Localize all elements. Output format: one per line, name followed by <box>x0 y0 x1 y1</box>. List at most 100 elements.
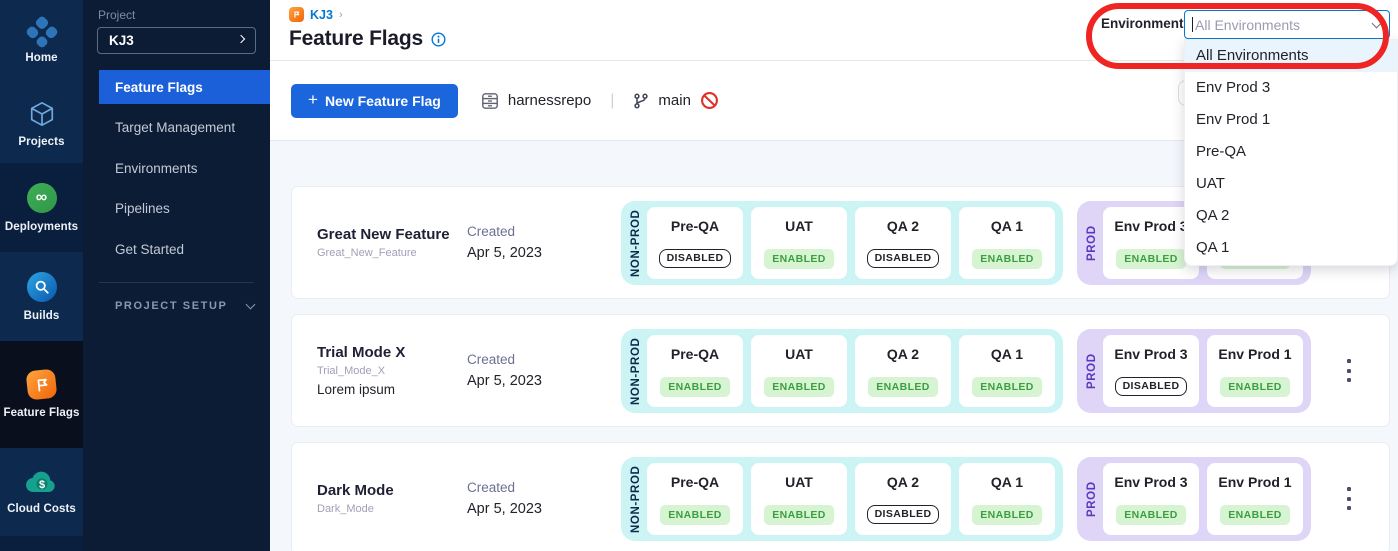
environment-name: Env Prod 3 <box>1114 218 1187 239</box>
flag-created: Created Apr 5, 2023 <box>467 224 617 261</box>
environment-card[interactable]: Pre-QA DISABLED <box>647 207 743 279</box>
environment-name: Env Prod 1 <box>1218 346 1291 367</box>
repo-name[interactable]: harnessrepo <box>508 92 591 109</box>
flag-state-badge: DISABLED <box>1115 377 1188 396</box>
environment-card[interactable]: QA 1ENABLED <box>959 463 1055 535</box>
flag-state-badge: ENABLED <box>972 505 1042 525</box>
feature-flag-row[interactable]: Dark Mode Dark_Mode Created Apr 5, 2023 … <box>291 442 1390 551</box>
flag-state-badge: ENABLED <box>764 249 834 269</box>
environment-name: QA 1 <box>991 218 1023 239</box>
environment-dropdown-menu: All Environments Env Prod 3 Env Prod 1 P… <box>1184 39 1398 266</box>
cloud-costs-icon: $ <box>25 469 59 495</box>
environment-card[interactable]: UATENABLED <box>751 335 847 407</box>
flag-state-badge: ENABLED <box>660 377 730 397</box>
flag-state-badge: ENABLED <box>764 505 834 525</box>
environment-card[interactable]: QA 2DISABLED <box>855 207 951 279</box>
flag-description: Lorem ipsum <box>317 382 467 397</box>
environment-card[interactable]: QA 1ENABLED <box>959 335 1055 407</box>
environment-card[interactable]: Pre-QA ENABLED <box>647 335 743 407</box>
environment-card[interactable]: Env Prod 1 ENABLED <box>1207 335 1303 407</box>
environment-select-value: All Environments <box>1195 17 1373 33</box>
flag-state-badge: ENABLED <box>1220 377 1290 397</box>
rail-item-feature-flags[interactable]: Feature Flags <box>0 341 83 448</box>
project-setup-toggle[interactable]: PROJECT SETUP <box>115 297 254 315</box>
environment-card[interactable]: QA 2 DISABLED <box>855 463 951 535</box>
non-prod-group: NON-PROD Pre-QAENABLEDUATENABLEDQA 2ENAB… <box>621 329 1063 413</box>
builds-icon <box>27 272 57 302</box>
flag-state-badge: DISABLED <box>867 505 940 524</box>
environment-card[interactable]: QA 1 ENABLED <box>959 207 1055 279</box>
created-date: Apr 5, 2023 <box>467 501 617 517</box>
branch-name[interactable]: main <box>658 92 691 109</box>
environment-card[interactable]: QA 2ENABLED <box>855 335 951 407</box>
harness-logo-icon <box>25 15 59 49</box>
environment-name: QA 1 <box>991 346 1023 367</box>
environment-option[interactable]: QA 2 <box>1185 200 1397 232</box>
environment-name: QA 2 <box>887 474 919 495</box>
environment-card[interactable]: Pre-QAENABLED <box>647 463 743 535</box>
info-icon[interactable] <box>431 32 446 47</box>
environment-option[interactable]: UAT <box>1185 168 1397 200</box>
prod-cards: Env Prod 3DISABLED Env Prod 1 ENABLED <box>1103 335 1303 407</box>
rail-item-label: Deployments <box>5 221 78 233</box>
environment-name: Pre-QA <box>671 346 719 367</box>
flag-info: Great New Feature Great_New_Feature <box>317 226 467 259</box>
rail-item-builds[interactable]: Builds <box>0 252 83 341</box>
page-title: Feature Flags <box>289 27 423 51</box>
new-feature-flag-label: New Feature Flag <box>325 93 441 109</box>
nav-item-pipelines[interactable]: Pipelines <box>99 192 270 226</box>
created-date: Apr 5, 2023 <box>467 373 617 389</box>
non-prod-cards: Pre-QA ENABLED UATENABLEDQA 2ENABLEDQA 1EN… <box>647 335 1055 407</box>
created-label: Created <box>467 352 617 367</box>
created-date: Apr 5, 2023 <box>467 245 617 261</box>
flag-state-badge: DISABLED <box>659 249 732 268</box>
row-menu-button[interactable] <box>1343 357 1355 385</box>
prohibited-icon <box>700 91 719 110</box>
flag-name: Dark Mode <box>317 482 467 499</box>
project-selector-value: KJ3 <box>109 33 134 48</box>
environment-option[interactable]: QA 1 <box>1185 232 1397 264</box>
environment-select[interactable]: All Environments <box>1184 10 1390 39</box>
flag-identifier: Great_New_Feature <box>317 247 467 259</box>
text-cursor <box>1192 17 1193 32</box>
flag-created: Created Apr 5, 2023 <box>467 480 617 517</box>
environment-option[interactable]: All Environments <box>1185 40 1397 72</box>
environment-card[interactable]: Env Prod 1ENABLED <box>1207 463 1303 535</box>
project-selector[interactable]: KJ3 <box>97 27 256 54</box>
flag-state-badge: ENABLED <box>972 249 1042 269</box>
nav-item-get-started[interactable]: Get Started <box>99 232 270 266</box>
environment-name: Pre-QA <box>671 218 719 239</box>
nav-item-feature-flags[interactable]: Feature Flags <box>99 70 270 104</box>
module-rail: Home Projects ∞ Deployments Builds Featu… <box>0 0 83 551</box>
environment-card[interactable]: Env Prod 3ENABLED <box>1103 463 1199 535</box>
nav-item-environments[interactable]: Environments <box>99 151 270 185</box>
non-prod-group: NON-PROD Pre-QAENABLEDUATENABLEDQA 2DISA… <box>621 457 1063 541</box>
flag-info: Dark Mode Dark_Mode <box>317 482 467 515</box>
rail-item-label: Builds <box>24 310 60 322</box>
rail-item-cloud-costs[interactable]: $ Cloud Costs <box>0 448 83 536</box>
rail-item-deployments[interactable]: ∞ Deployments <box>0 163 83 252</box>
project-section-label: Project <box>98 8 270 22</box>
non-prod-cards: Pre-QADISABLEDUATENABLEDQA 2DISABLEDQA 1… <box>647 207 1055 279</box>
environment-option[interactable]: Pre-QA <box>1185 136 1397 168</box>
environment-option[interactable]: Env Prod 3 <box>1185 72 1397 104</box>
environment-card[interactable]: UATENABLED <box>751 207 847 279</box>
rail-item-home[interactable]: Home <box>0 0 83 84</box>
environment-card[interactable]: UATENABLED <box>751 463 847 535</box>
environment-name: UAT <box>785 346 813 367</box>
nav-item-target-management[interactable]: Target Management <box>99 111 270 145</box>
rail-item-label: Cloud Costs <box>7 503 76 515</box>
toolbar-divider: | <box>610 92 614 110</box>
row-menu-button[interactable] <box>1343 485 1355 513</box>
feature-flag-row[interactable]: Trial Mode X Trial_Mode_X Lorem ipsum Cr… <box>291 314 1390 427</box>
environment-card[interactable]: Env Prod 3DISABLED <box>1103 335 1199 407</box>
environment-option[interactable]: Env Prod 1 <box>1185 104 1397 136</box>
rail-item-label: Feature Flags <box>3 407 79 419</box>
environments-area: NON-PROD Pre-QAENABLEDUATENABLEDQA 2DISA… <box>621 457 1369 541</box>
prod-group: PROD Env Prod 3DISABLEDEnv Prod 1ENABLED <box>1077 329 1311 413</box>
rail-item-projects[interactable]: Projects <box>0 84 83 163</box>
new-feature-flag-button[interactable]: + New Feature Flag <box>291 84 458 118</box>
project-nav: Project KJ3 Feature Flags Target Managem… <box>83 0 270 551</box>
breadcrumb-project-link[interactable]: KJ3 <box>310 8 333 22</box>
flag-state-badge: ENABLED <box>660 505 730 525</box>
